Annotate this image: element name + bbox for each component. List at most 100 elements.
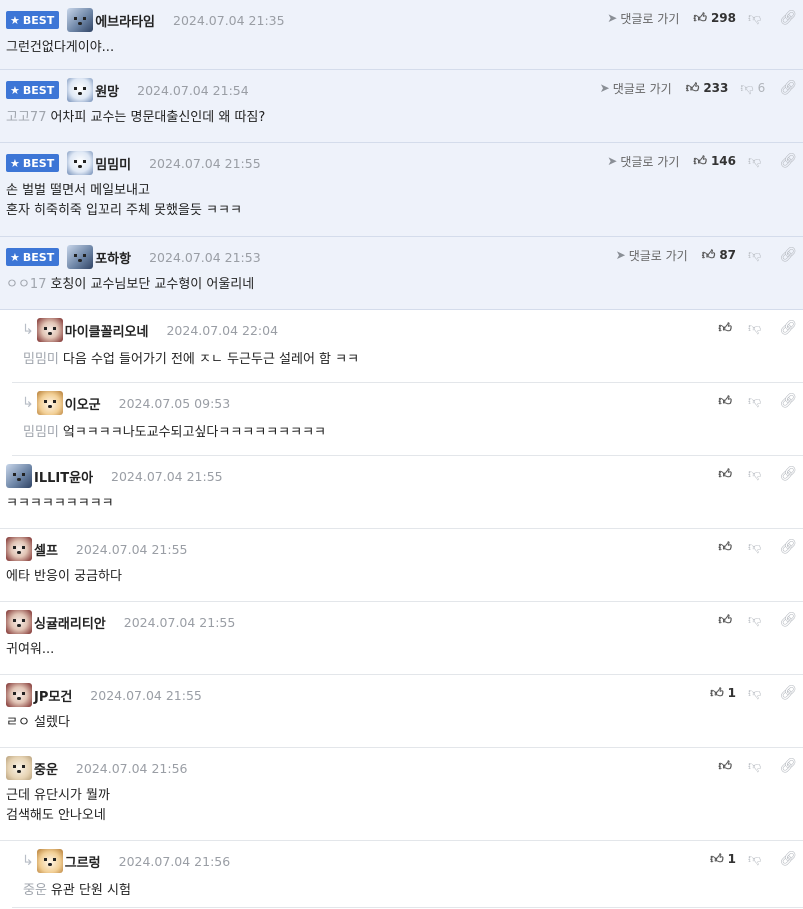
downvote-button[interactable]: 👎︎ 6	[740, 81, 765, 96]
goto-comment-link[interactable]: ➤ 댓글로 가기	[607, 10, 679, 27]
avatar-eyes	[74, 254, 87, 257]
upvote-button[interactable]: 👍︎ 146	[693, 154, 736, 169]
comment: 중운 2024.07.04 21:56 👍︎ 👎︎ 🔗︎ 근데 유단시가 뭘까 검색해도 안…	[0, 748, 803, 841]
comment-body: 중운 유관 단원 시험	[23, 881, 743, 901]
upvote-button[interactable]: 👍︎	[718, 321, 736, 336]
nickname[interactable]: 에브라타임	[95, 11, 155, 30]
nickname[interactable]: 포하항	[95, 248, 131, 267]
link-icon[interactable]: 🔗︎	[779, 80, 797, 96]
nickname[interactable]: 중운	[34, 759, 58, 778]
mention[interactable]: 중운	[23, 883, 47, 898]
avatar[interactable]	[67, 151, 94, 175]
comment-text: ㄹㅇ 설렜다	[6, 715, 70, 730]
avatar[interactable]	[36, 849, 63, 873]
upvote-count: 1	[727, 686, 737, 700]
nickname[interactable]: 마이클꼴리오네	[65, 321, 149, 340]
upvote-button[interactable]: 👍︎ 1	[710, 686, 736, 701]
upvote-count: 87	[719, 248, 737, 262]
comment-header: ILLIT윤아 2024.07.04 21:55	[6, 464, 223, 488]
downvote-button[interactable]: 👎︎	[748, 613, 765, 628]
mention[interactable]: 고고77	[6, 110, 46, 125]
goto-comment-link[interactable]: ➤ 댓글로 가기	[616, 247, 688, 264]
star-icon: ★	[10, 250, 20, 264]
avatar-eyes	[13, 619, 25, 622]
avatar[interactable]	[36, 391, 63, 415]
upvote-button[interactable]: 👍︎ 298	[693, 11, 736, 26]
best-label: BEST	[22, 83, 55, 97]
avatar[interactable]	[67, 245, 94, 269]
thumbs-up-icon: 👍︎	[701, 247, 716, 263]
goto-comment-link[interactable]: ➤ 댓글로 가기	[600, 80, 672, 97]
avatar-nose	[17, 478, 21, 481]
link-icon[interactable]: 🔗︎	[779, 539, 797, 555]
avatar[interactable]	[6, 683, 32, 707]
nickname[interactable]: 이오군	[65, 394, 101, 413]
comment-date: 2024.07.04 21:55	[123, 614, 236, 630]
link-icon[interactable]: 🔗︎	[779, 612, 797, 628]
send-arrow-icon: ➤	[615, 248, 626, 262]
link-icon[interactable]: 🔗︎	[779, 851, 797, 867]
upvote-button[interactable]: 👍︎ 1	[710, 852, 736, 867]
thumbs-down-icon: 👎︎	[748, 466, 762, 482]
mention[interactable]: 밈밈미	[23, 352, 59, 367]
upvote-button[interactable]: 👍︎ 87	[702, 248, 736, 263]
link-icon[interactable]: 🔗︎	[779, 10, 797, 26]
downvote-button[interactable]: 👎︎	[748, 154, 765, 169]
avatar[interactable]	[6, 537, 32, 561]
nickname[interactable]: JP모건	[34, 686, 72, 705]
thumbs-up-icon: 👍︎	[718, 539, 733, 555]
avatar-eyes	[74, 160, 87, 163]
downvote-button[interactable]: 👎︎	[748, 321, 765, 336]
downvote-button[interactable]: 👎︎	[748, 248, 765, 263]
nickname[interactable]: 싱귤래리티안	[34, 613, 106, 632]
link-icon[interactable]: 🔗︎	[779, 153, 797, 169]
downvote-button[interactable]: 👎︎	[748, 540, 765, 555]
mention[interactable]: 밈밈미	[23, 425, 59, 440]
avatar-nose	[78, 259, 83, 262]
nickname[interactable]: ILLIT윤아	[34, 467, 93, 486]
nickname[interactable]: 셀프	[34, 540, 58, 559]
avatar[interactable]	[36, 318, 63, 342]
downvote-button[interactable]: 👎︎	[748, 394, 765, 409]
upvote-button[interactable]: 👍︎	[718, 467, 736, 482]
comment-header: ↳ 마이클꼴리오네 2024.07.04 22:04	[22, 318, 278, 342]
send-arrow-icon: ➤	[607, 11, 618, 25]
link-icon[interactable]: 🔗︎	[779, 247, 797, 263]
comment-text: 검색해도 안나오네	[6, 808, 106, 823]
upvote-button[interactable]: 👍︎	[718, 394, 736, 409]
comment-actions: ➤ 댓글로 가기 👍︎ 146 👎︎ 🔗︎	[607, 151, 797, 171]
avatar[interactable]	[6, 756, 32, 780]
avatar-eyes	[13, 473, 25, 476]
goto-comment-link[interactable]: ➤ 댓글로 가기	[607, 153, 679, 170]
avatar[interactable]	[67, 78, 94, 102]
avatar[interactable]	[6, 610, 32, 634]
comment-date: 2024.07.05 09:53	[118, 395, 231, 411]
upvote-button[interactable]: 👍︎	[718, 759, 736, 774]
comment-actions: 👍︎ 1 👎︎ 🔗︎	[710, 849, 797, 869]
avatar[interactable]	[67, 8, 94, 32]
thumbs-up-icon: 👍︎	[710, 685, 724, 701]
comment-text: 중운 유관 단원 시험	[23, 883, 131, 898]
downvote-button[interactable]: 👎︎	[748, 852, 765, 867]
upvote-button[interactable]: 👍︎ 233	[686, 81, 729, 96]
comment-actions: 👍︎ 👎︎ 🔗︎	[718, 318, 797, 338]
link-icon[interactable]: 🔗︎	[779, 685, 797, 701]
link-icon[interactable]: 🔗︎	[779, 466, 797, 482]
nickname[interactable]: 원망	[95, 81, 119, 100]
comment-date: 2024.07.04 21:55	[90, 687, 202, 703]
link-icon[interactable]: 🔗︎	[779, 320, 797, 336]
send-arrow-icon: ➤	[599, 81, 610, 95]
avatar[interactable]	[6, 464, 32, 488]
nickname[interactable]: 밈밈미	[95, 154, 131, 173]
nickname[interactable]: 그르렁	[65, 852, 101, 871]
mention[interactable]: ㅇㅇ17	[6, 277, 46, 292]
link-icon[interactable]: 🔗︎	[779, 393, 797, 409]
downvote-button[interactable]: 👎︎	[748, 686, 765, 701]
upvote-button[interactable]: 👍︎	[718, 540, 736, 555]
link-icon[interactable]: 🔗︎	[779, 758, 797, 774]
comment-actions: 👍︎ 👎︎ 🔗︎	[718, 537, 797, 557]
downvote-button[interactable]: 👎︎	[748, 467, 765, 482]
upvote-button[interactable]: 👍︎	[718, 613, 736, 628]
downvote-button[interactable]: 👎︎	[748, 11, 765, 26]
downvote-button[interactable]: 👎︎	[748, 759, 765, 774]
